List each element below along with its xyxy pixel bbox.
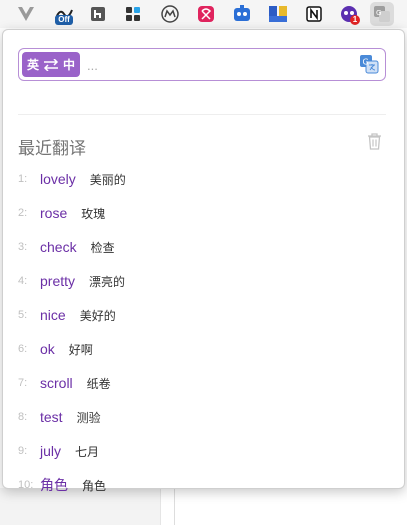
translate-icon[interactable]: G (359, 54, 379, 74)
notification-badge: 1 (350, 15, 360, 25)
divider (18, 114, 386, 115)
trash-icon[interactable] (367, 133, 382, 150)
item-word[interactable]: check (40, 239, 77, 255)
history-item[interactable]: 10: 角色 角色 (18, 468, 378, 502)
search-bar: 英 中 G (18, 48, 386, 81)
translator-popup: 英 中 G 最近翻译 1: lovely (2, 29, 405, 493)
item-word[interactable]: scroll (40, 375, 73, 391)
extension-toolbar: Off 1 G (0, 0, 407, 28)
item-word[interactable]: test (40, 409, 63, 425)
recent-translations-title: 最近翻译 (18, 139, 86, 158)
hypothesis-icon[interactable] (86, 2, 110, 26)
chat-bot-icon[interactable]: 1 (337, 2, 361, 26)
notion-icon[interactable] (302, 2, 326, 26)
translator-extension-icon[interactable]: G (370, 2, 394, 26)
item-meaning: 玫瑰 (81, 206, 106, 221)
pocket-icon[interactable] (194, 2, 218, 26)
item-index: 1: (18, 173, 28, 185)
item-index: 9: (18, 445, 28, 457)
off-badge: Off (55, 15, 73, 25)
item-index: 4: (18, 275, 28, 287)
item-index: 8: (18, 411, 28, 423)
item-meaning: 角色 (82, 478, 107, 493)
item-word[interactable]: ok (40, 341, 55, 357)
translate-flags-icon[interactable] (266, 2, 290, 26)
history-item[interactable]: 4: pretty 漂亮的 (18, 264, 378, 298)
vue-devtools-icon[interactable] (14, 2, 38, 26)
history-item[interactable]: 6: ok 好啊 (18, 332, 378, 366)
item-meaning: 漂亮的 (89, 274, 126, 289)
history-item[interactable]: 3: check 检查 (18, 230, 378, 264)
item-word[interactable]: lovely (40, 171, 76, 187)
history-item[interactable]: 8: test 测验 (18, 400, 378, 434)
tampermonkey-icon[interactable]: Off (52, 2, 76, 26)
item-word[interactable]: pretty (40, 273, 75, 289)
item-index: 5: (18, 309, 28, 321)
item-index: 7: (18, 377, 28, 389)
item-word[interactable]: rose (40, 205, 67, 221)
momentum-icon[interactable] (158, 2, 182, 26)
source-language: 英 (26, 58, 39, 72)
swap-arrows-icon (43, 58, 59, 71)
history-item[interactable]: 7: scroll 纸卷 (18, 366, 378, 400)
robot-icon[interactable] (230, 2, 254, 26)
item-meaning: 美丽的 (89, 172, 126, 187)
item-index: 6: (18, 343, 28, 355)
item-meaning: 纸卷 (86, 376, 111, 391)
svg-text:G: G (376, 9, 381, 17)
svg-text:G: G (363, 58, 369, 67)
app-grid-icon[interactable] (121, 2, 145, 26)
item-index: 10: (18, 479, 34, 491)
item-meaning: 美好的 (79, 308, 116, 323)
item-meaning: 测验 (76, 410, 101, 425)
history-item[interactable]: 5: nice 美好的 (18, 298, 378, 332)
item-word[interactable]: july (40, 443, 61, 459)
history-item[interactable]: 1: lovely 美丽的 (18, 162, 378, 196)
item-meaning: 七月 (75, 444, 100, 459)
search-input[interactable] (85, 53, 339, 78)
item-word[interactable]: 角色 (40, 475, 68, 495)
item-word[interactable]: nice (40, 307, 66, 323)
history-item[interactable]: 9: july 七月 (18, 434, 378, 468)
target-language: 中 (63, 58, 76, 72)
item-meaning: 好啊 (68, 342, 93, 357)
item-meaning: 检查 (90, 240, 115, 255)
language-swap-button[interactable]: 英 中 (22, 52, 80, 77)
item-index: 2: (18, 207, 28, 219)
item-index: 3: (18, 241, 28, 253)
history-list: 1: lovely 美丽的 2: rose 玫瑰 3: check 检查 4: … (18, 162, 378, 502)
history-item[interactable]: 2: rose 玫瑰 (18, 196, 378, 230)
